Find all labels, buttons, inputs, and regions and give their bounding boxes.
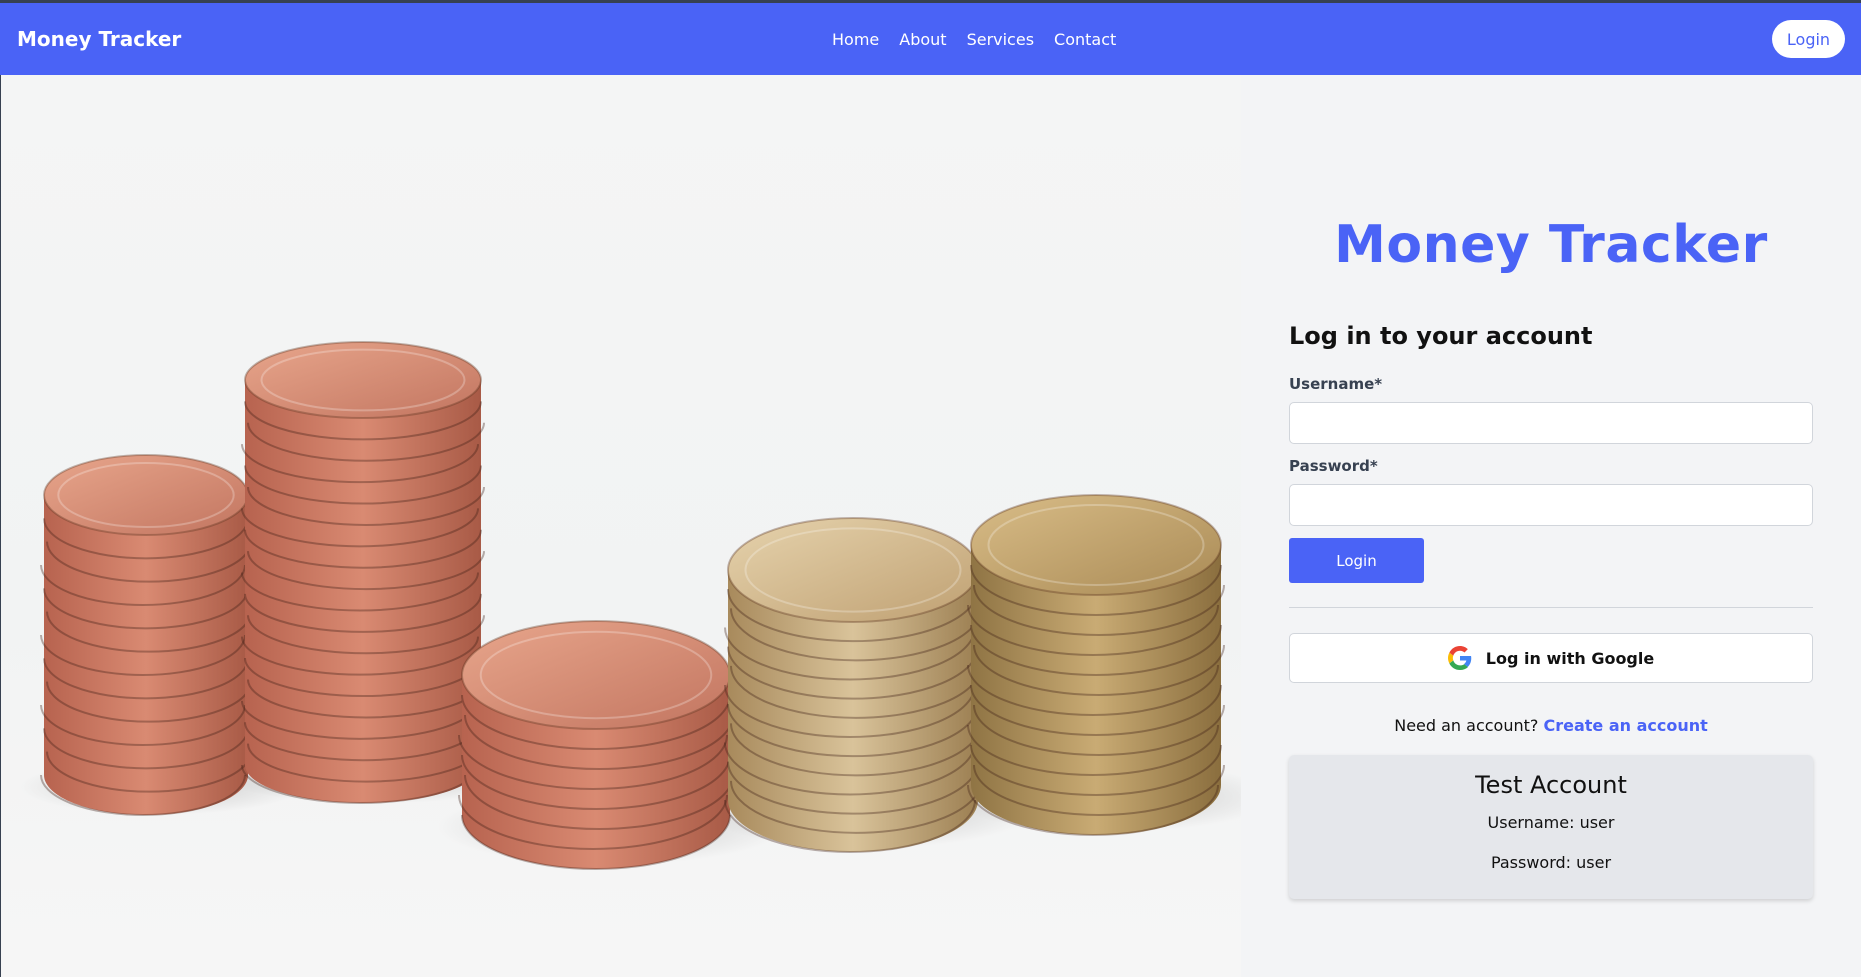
- google-login-button[interactable]: Log in with Google: [1289, 633, 1813, 683]
- password-label: Password*: [1289, 457, 1378, 475]
- username-input[interactable]: [1289, 402, 1813, 444]
- test-account-username: Username: user: [1487, 813, 1615, 832]
- divider: [1289, 607, 1813, 608]
- test-account-title: Test Account: [1475, 771, 1627, 799]
- brand-logo[interactable]: Money Tracker: [17, 3, 181, 75]
- signup-prompt-text: Need an account?: [1394, 716, 1539, 735]
- login-button[interactable]: Login: [1289, 538, 1424, 583]
- username-label: Username*: [1289, 375, 1383, 393]
- login-heading: Log in to your account: [1289, 322, 1593, 350]
- nav-login-button[interactable]: Login: [1772, 20, 1845, 58]
- nav-link-services[interactable]: Services: [967, 30, 1034, 49]
- signup-prompt: Need an account? Create an account: [1289, 716, 1813, 735]
- google-icon: [1447, 646, 1472, 670]
- test-account-password: Password: user: [1490, 853, 1612, 872]
- password-input[interactable]: [1289, 484, 1813, 526]
- nav-links: Home About Services Contact: [832, 3, 1116, 75]
- nav-link-home[interactable]: Home: [832, 30, 879, 49]
- nav-link-about[interactable]: About: [899, 30, 946, 49]
- coin-stacks-illustration: [19, 341, 1241, 870]
- create-account-link[interactable]: Create an account: [1543, 716, 1707, 735]
- app-title: Money Tracker: [1334, 215, 1768, 275]
- nav-link-contact[interactable]: Contact: [1054, 30, 1116, 49]
- google-button-label: Log in with Google: [1485, 648, 1655, 668]
- navbar: Money Tracker Home About Services Contac…: [0, 3, 1861, 75]
- test-account-card: Test Account Username: user Password: us…: [1289, 755, 1813, 899]
- hero-image: [1, 75, 1241, 977]
